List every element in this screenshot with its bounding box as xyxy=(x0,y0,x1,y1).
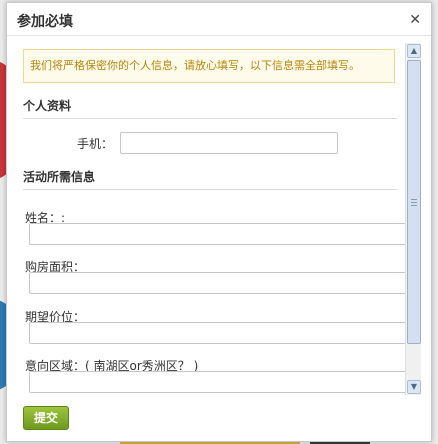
section-activity-heading: 活动所需信息 xyxy=(23,168,397,190)
price-input[interactable] xyxy=(29,322,407,344)
section-personal-heading: 个人资料 xyxy=(23,97,397,119)
phone-label: 手机： xyxy=(77,137,114,151)
scrollbar-thumb[interactable] xyxy=(407,60,421,344)
close-icon[interactable]: ✕ xyxy=(409,13,421,27)
vertical-scrollbar[interactable]: ▲ ▼ xyxy=(405,43,421,395)
chevron-down-icon[interactable]: ▼ xyxy=(407,380,421,394)
privacy-notice: 我们将严格保密你的个人信息，请放心填写，以下信息需全部填写。 xyxy=(23,49,395,83)
name-input[interactable] xyxy=(29,223,407,245)
phone-input[interactable] xyxy=(120,132,338,154)
signup-dialog: 参加必填 ✕ 我们将严格保密你的个人信息，请放心填写，以下信息需全部填写。 个人… xyxy=(6,2,432,442)
chevron-up-icon[interactable]: ▲ xyxy=(407,44,421,58)
grip-icon xyxy=(411,199,417,206)
form-scroll-area: 我们将严格保密你的个人信息，请放心填写，以下信息需全部填写。 个人资料 手机： … xyxy=(19,43,421,395)
dialog-title: 参加必填 xyxy=(17,14,73,30)
area-input[interactable] xyxy=(29,272,407,294)
submit-button[interactable]: 提交 xyxy=(23,406,69,430)
region-input[interactable] xyxy=(29,371,407,393)
title-divider xyxy=(7,35,431,36)
